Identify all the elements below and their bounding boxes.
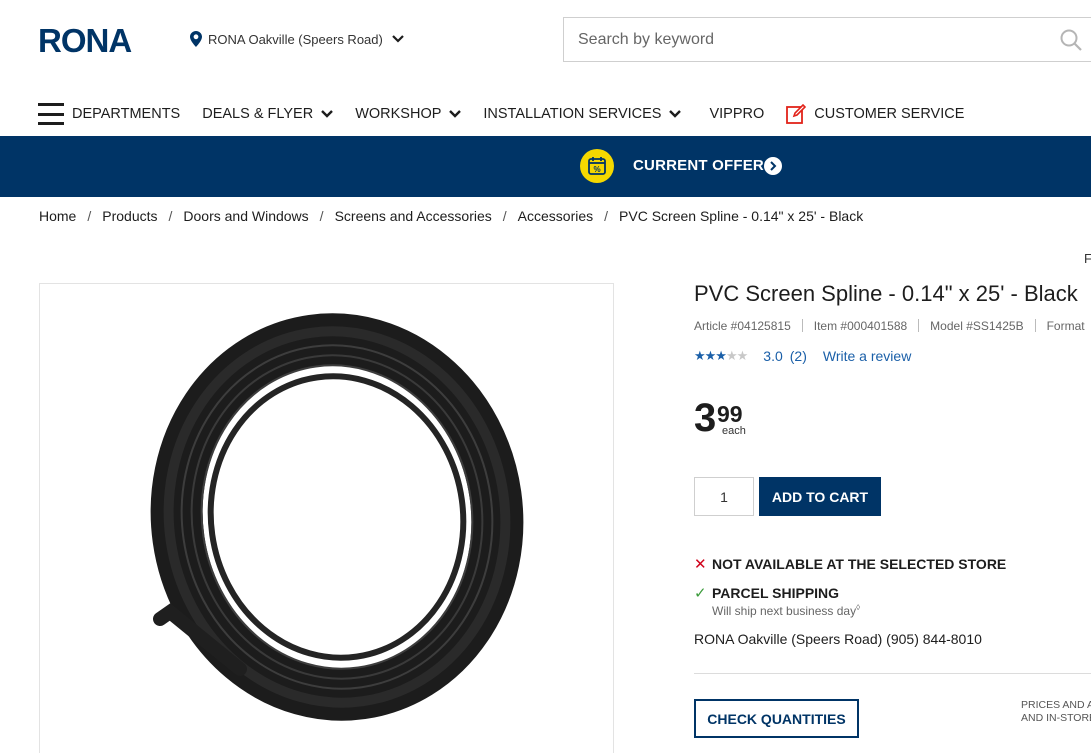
- chevron-down-icon: [392, 35, 404, 43]
- chevron-down-icon: [321, 110, 334, 118]
- product-price: 3 99 each: [694, 396, 746, 440]
- breadcrumb-separator: /: [502, 208, 507, 224]
- breadcrumb-products[interactable]: Products: [102, 208, 157, 224]
- breadcrumb-doors-windows[interactable]: Doors and Windows: [183, 208, 308, 224]
- svg-text:%: %: [593, 165, 600, 174]
- search-box: [563, 17, 1091, 62]
- product-rating: ★★★★★ 3.0 (2) Write a review: [694, 348, 911, 364]
- add-to-cart-button[interactable]: ADD TO CART: [759, 477, 881, 516]
- logo-text: RONA: [38, 25, 131, 55]
- price-cents: 99: [717, 401, 743, 427]
- product-meta: Article #04125815 Item #000401588 Model …: [694, 319, 1085, 333]
- rating-count[interactable]: (2): [790, 348, 807, 364]
- close-icon: ✕: [694, 556, 707, 573]
- price-dollars: 3: [694, 396, 717, 440]
- model-number: Model #SS1425B: [930, 319, 1024, 333]
- rating-value[interactable]: 3.0: [763, 348, 782, 364]
- calendar-percent-icon: %: [580, 149, 614, 183]
- meta-separator: [1034, 319, 1036, 332]
- location-pin-icon: [190, 31, 202, 47]
- parcel-shipping-label: PARCEL SHIPPING: [712, 585, 840, 601]
- prices-note-line-2: AND IN-STORE: [1021, 712, 1091, 724]
- nav-label: DEPARTMENTS: [72, 106, 181, 122]
- nav-label: CUSTOMER SERVICE: [814, 106, 965, 122]
- breadcrumb-home[interactable]: Home: [39, 208, 76, 224]
- store-info: RONA Oakville (Speers Road) (905) 844-80…: [694, 631, 982, 647]
- nav-deals-flyer[interactable]: DEALS & FLYER: [202, 106, 334, 122]
- rona-logo[interactable]: RONA: [38, 25, 165, 55]
- search-icon[interactable]: [1060, 29, 1082, 51]
- format-label: Format: [1046, 319, 1085, 333]
- meta-separator: [801, 319, 803, 332]
- not-available-label: NOT AVAILABLE AT THE SELECTED STORE: [712, 556, 1007, 572]
- star-rating-icon[interactable]: ★★★★★: [694, 348, 748, 364]
- product-title: PVC Screen Spline - 0.14" x 25' - Black: [694, 281, 1078, 306]
- screen-spline-coil-image: [150, 313, 524, 721]
- breadcrumb-current: PVC Screen Spline - 0.14" x 25' - Black: [619, 208, 864, 224]
- ship-note-mark: ◊: [856, 603, 861, 612]
- price-unit: each: [722, 425, 746, 437]
- nav-label: VIPPRO: [709, 106, 765, 122]
- edit-icon: [786, 104, 807, 124]
- nav-departments[interactable]: DEPARTMENTS: [38, 103, 180, 125]
- store-name: RONA Oakville (Speers Road): [208, 31, 383, 47]
- current-offers-label: CURRENT OFFERS: [633, 157, 775, 174]
- main-nav: DEPARTMENTS DEALS & FLYER WORKSHOP INSTA…: [38, 100, 986, 128]
- checkmark-icon: ✓: [694, 585, 707, 602]
- nav-vippro[interactable]: VIPPRO: [709, 106, 764, 122]
- chevron-down-icon: [449, 110, 462, 118]
- chevron-right-circle-icon: [764, 157, 782, 175]
- breadcrumb: Home / Products / Doors and Windows / Sc…: [39, 208, 863, 224]
- prices-note-line-1: PRICES AND A: [1021, 699, 1091, 711]
- hamburger-menu-icon: [38, 103, 64, 125]
- divider: [694, 673, 1091, 674]
- quantity-input[interactable]: [694, 477, 754, 516]
- ship-note-text: Will ship next business day: [712, 604, 857, 618]
- breadcrumb-screens-accessories[interactable]: Screens and Accessories: [335, 208, 492, 224]
- breadcrumb-separator: /: [168, 208, 173, 224]
- breadcrumb-separator: /: [319, 208, 324, 224]
- not-available-row: ✕ NOT AVAILABLE AT THE SELECTED STORE: [694, 556, 1007, 573]
- article-number: Article #04125815: [694, 319, 791, 333]
- chevron-down-icon: [669, 110, 682, 118]
- nav-installation-services[interactable]: INSTALLATION SERVICES: [483, 106, 682, 122]
- parcel-shipping-row: ✓ PARCEL SHIPPING: [694, 585, 1006, 602]
- item-number: Item #000401588: [813, 319, 908, 333]
- check-quantities-button[interactable]: CHECK QUANTITIES: [694, 699, 859, 738]
- breadcrumb-separator: /: [87, 208, 92, 224]
- current-offers-bar[interactable]: % CURRENT OFFERS: [0, 136, 1091, 197]
- meta-separator: [918, 319, 920, 332]
- search-input[interactable]: [564, 30, 1034, 49]
- write-review-link[interactable]: Write a review: [823, 348, 911, 364]
- store-selector[interactable]: RONA Oakville (Speers Road): [190, 31, 404, 47]
- nav-label: WORKSHOP: [355, 106, 442, 122]
- ship-note: Will ship next business day◊: [712, 603, 860, 618]
- nav-workshop[interactable]: WORKSHOP: [355, 106, 462, 122]
- nav-label: DEALS & FLYER: [202, 106, 314, 122]
- product-image[interactable]: [39, 283, 614, 753]
- prices-note: PRICES AND A AND IN-STORE: [1021, 699, 1091, 725]
- cut-off-text: F: [1084, 251, 1091, 266]
- nav-customer-service[interactable]: CUSTOMER SERVICE: [786, 104, 964, 124]
- nav-label: INSTALLATION SERVICES: [483, 106, 662, 122]
- breadcrumb-accessories[interactable]: Accessories: [518, 208, 593, 224]
- breadcrumb-separator: /: [604, 208, 609, 224]
